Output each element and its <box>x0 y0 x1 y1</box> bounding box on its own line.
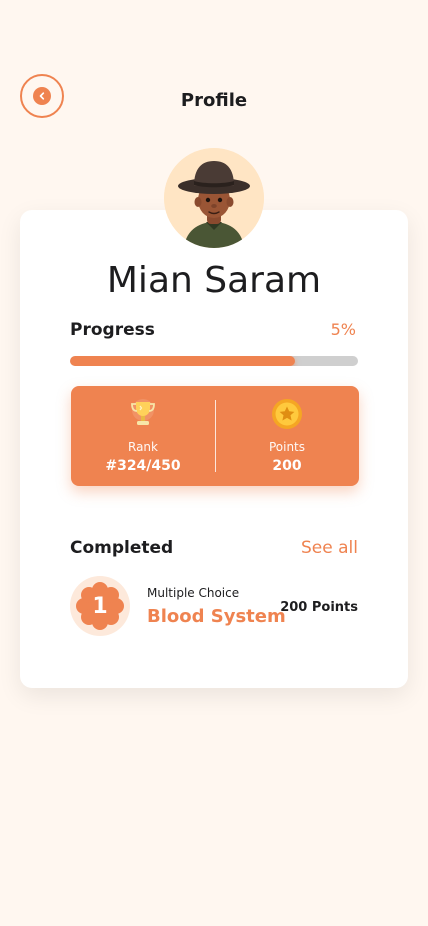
rank-stat: Rank #324/450 <box>71 386 215 486</box>
see-all-link[interactable]: See all <box>301 538 358 558</box>
progress-label: Progress <box>70 320 155 340</box>
cowboy-avatar-icon <box>164 148 264 248</box>
item-points: 200 Points <box>280 600 358 615</box>
completed-item[interactable]: 1 Multiple Choice Blood System 200 Point… <box>70 576 360 638</box>
rank-value: #324/450 <box>105 458 181 474</box>
user-name: Mian Saram <box>106 260 322 301</box>
points-label: Points <box>268 440 306 454</box>
progress-value: 5% <box>330 320 356 339</box>
rank-label: Rank <box>128 440 158 454</box>
coin-icon <box>271 398 303 434</box>
item-title: Blood System <box>147 606 286 627</box>
item-category: Multiple Choice <box>147 586 240 600</box>
number-badge: 1 <box>70 576 130 636</box>
page-title: Profile <box>180 90 248 111</box>
trophy-icon <box>128 398 158 434</box>
progress-bar <box>70 356 358 366</box>
progress-bar-fill <box>70 356 295 366</box>
stats-panel: Rank #324/450 Points 200 <box>71 386 359 486</box>
badge-number: 1 <box>92 593 108 619</box>
completed-title: Completed <box>70 538 174 558</box>
avatar <box>164 148 264 248</box>
points-stat: Points 200 <box>215 386 359 486</box>
points-value: 200 <box>272 458 302 474</box>
